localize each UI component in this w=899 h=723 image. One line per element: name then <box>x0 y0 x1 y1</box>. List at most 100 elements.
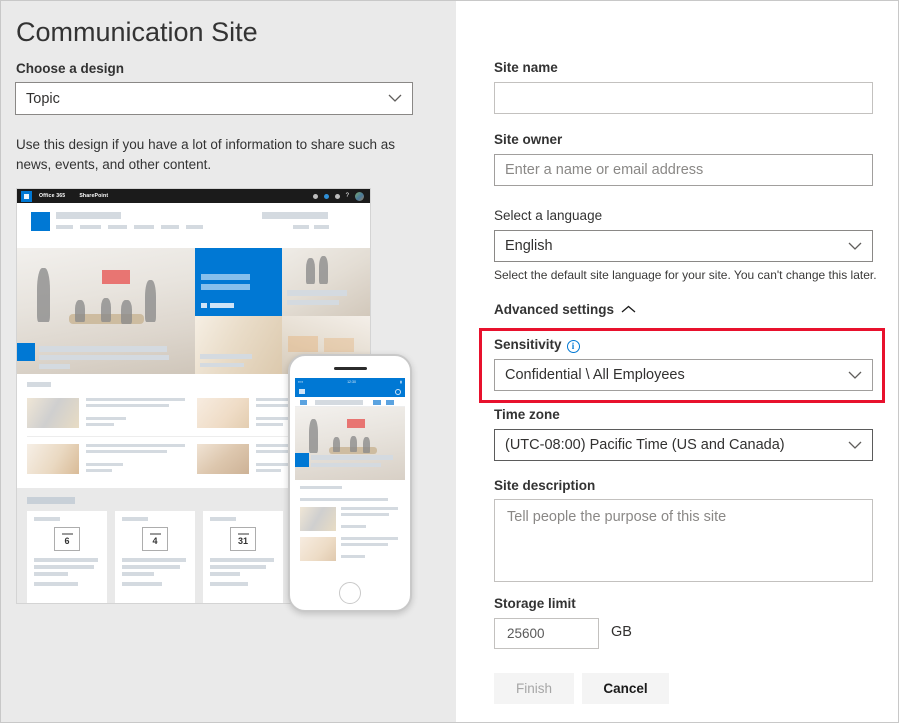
hero-photo-two-people <box>282 248 370 316</box>
site-logo-placeholder <box>31 212 50 231</box>
event-card: 4 <box>115 511 195 603</box>
hero-caption-placeholder <box>39 346 167 352</box>
advanced-settings-toggle[interactable]: Advanced settings <box>494 302 636 317</box>
interior-shape <box>288 336 318 352</box>
site-name-input[interactable] <box>494 82 873 114</box>
time-zone-value: (UTC-08:00) Pacific Time (US and Canada) <box>505 437 785 453</box>
chevron-down-icon <box>388 94 402 103</box>
item-lines <box>341 507 400 531</box>
phone-sub-bar <box>295 397 405 407</box>
action-placeholder <box>386 400 394 405</box>
carrier-text: ▪▪▪▪ <box>298 380 303 384</box>
news-thumbnail <box>197 444 249 474</box>
help-icon: ? <box>346 193 349 199</box>
site-settings-form-panel: Site name Site owner Enter a name or ema… <box>456 1 898 722</box>
clock-text: 12:30 <box>347 380 356 384</box>
event-date-badge: 6 <box>54 527 80 551</box>
event-line <box>34 565 94 569</box>
section-title-placeholder <box>27 382 51 387</box>
nav-link-placeholder <box>56 225 73 229</box>
person-silhouette <box>145 280 156 322</box>
language-label: Select a language <box>494 208 602 223</box>
site-title-placeholder <box>315 400 363 405</box>
item-thumbnail <box>300 507 336 531</box>
nav-link-placeholder <box>186 225 203 229</box>
sensitivity-label: Sensitivity i <box>494 337 580 352</box>
sensitivity-label-text: Sensitivity <box>494 337 562 352</box>
hero-badge <box>295 453 309 467</box>
storage-limit-input[interactable]: 25600 <box>494 618 599 649</box>
phone-app-bar <box>295 386 405 397</box>
nav-link-placeholder <box>80 225 101 229</box>
event-date-value: 4 <box>152 537 157 546</box>
phone-status-bar: ▪▪▪▪ 12:30 ▮ <box>295 378 405 386</box>
event-line <box>34 582 78 586</box>
event-date-badge: 4 <box>142 527 168 551</box>
news-thumbnail <box>27 444 79 474</box>
news-text-lines <box>86 444 190 475</box>
site-owner-placeholder: Enter a name or email address <box>505 162 703 178</box>
header-right-placeholder <box>314 225 329 229</box>
person-silhouette <box>350 436 357 452</box>
time-zone-dropdown[interactable]: (UTC-08:00) Pacific Time (US and Canada) <box>494 429 873 461</box>
event-date-value: 31 <box>238 537 248 546</box>
event-card: 31 <box>203 511 283 603</box>
tile-title-placeholder <box>201 274 250 280</box>
search-icon <box>313 194 318 199</box>
site-name-label: Site name <box>494 60 558 75</box>
design-description: Use this design if you have a lot of inf… <box>16 135 414 175</box>
event-line <box>34 572 68 576</box>
hero-middle-column <box>195 248 282 374</box>
storage-unit-label: GB <box>611 624 632 640</box>
hero-caption-placeholder <box>311 463 381 467</box>
language-value: English <box>505 238 553 254</box>
mobile-preview-mock: ▪▪▪▪ 12:30 ▮ <box>288 354 412 612</box>
event-line <box>122 582 162 586</box>
back-icon <box>299 389 305 394</box>
sensitivity-dropdown[interactable]: Confidential \ All Employees <box>494 359 873 391</box>
site-description-textarea[interactable]: Tell people the purpose of this site <box>494 499 873 582</box>
hero-caption-placeholder <box>311 455 393 460</box>
storage-limit-label: Storage limit <box>494 596 576 611</box>
design-dropdown[interactable]: Topic <box>15 82 413 115</box>
preview-suite-bar: Office 365 SharePoint ? <box>17 189 370 203</box>
site-title-placeholder <box>56 212 121 219</box>
site-logo-placeholder <box>300 400 307 405</box>
storage-limit-value: 25600 <box>507 626 545 641</box>
tile-title-placeholder <box>201 284 250 290</box>
event-label-placeholder <box>122 517 148 521</box>
tile-meta-placeholder <box>210 303 234 308</box>
language-dropdown[interactable]: English <box>494 230 873 262</box>
info-icon[interactable]: i <box>567 340 580 353</box>
cancel-button[interactable]: Cancel <box>582 673 669 704</box>
language-helper-text: Select the default site language for you… <box>494 268 877 282</box>
phone-list-item <box>300 507 400 531</box>
news-thumbnail <box>27 398 79 428</box>
person-silhouette <box>37 268 50 322</box>
preview-site-header <box>17 203 370 248</box>
caption-placeholder <box>200 354 252 359</box>
time-zone-label: Time zone <box>494 407 560 422</box>
site-owner-input[interactable]: Enter a name or email address <box>494 154 873 186</box>
hero-featured-tile <box>195 248 282 316</box>
event-line <box>210 582 248 586</box>
preview-suite-brand: Office 365 <box>39 193 65 199</box>
event-line <box>122 558 186 562</box>
preview-nav-icons: ? <box>313 192 366 201</box>
finish-button[interactable]: Finish <box>494 673 574 704</box>
hero-photo-meeting <box>17 248 195 374</box>
interior-shape <box>324 338 354 352</box>
event-line <box>210 572 240 576</box>
person-silhouette <box>309 419 318 453</box>
gear-icon <box>335 194 340 199</box>
hero-photo-abstract <box>195 316 282 374</box>
chevron-down-icon <box>848 242 862 251</box>
event-line <box>210 565 266 569</box>
caption-placeholder <box>287 290 347 296</box>
site-owner-label: Site owner <box>494 132 562 147</box>
hero-badge <box>17 343 35 361</box>
waffle-icon <box>21 191 32 202</box>
event-label-placeholder <box>34 517 60 521</box>
person-silhouette <box>306 258 315 284</box>
action-placeholder <box>373 400 381 405</box>
